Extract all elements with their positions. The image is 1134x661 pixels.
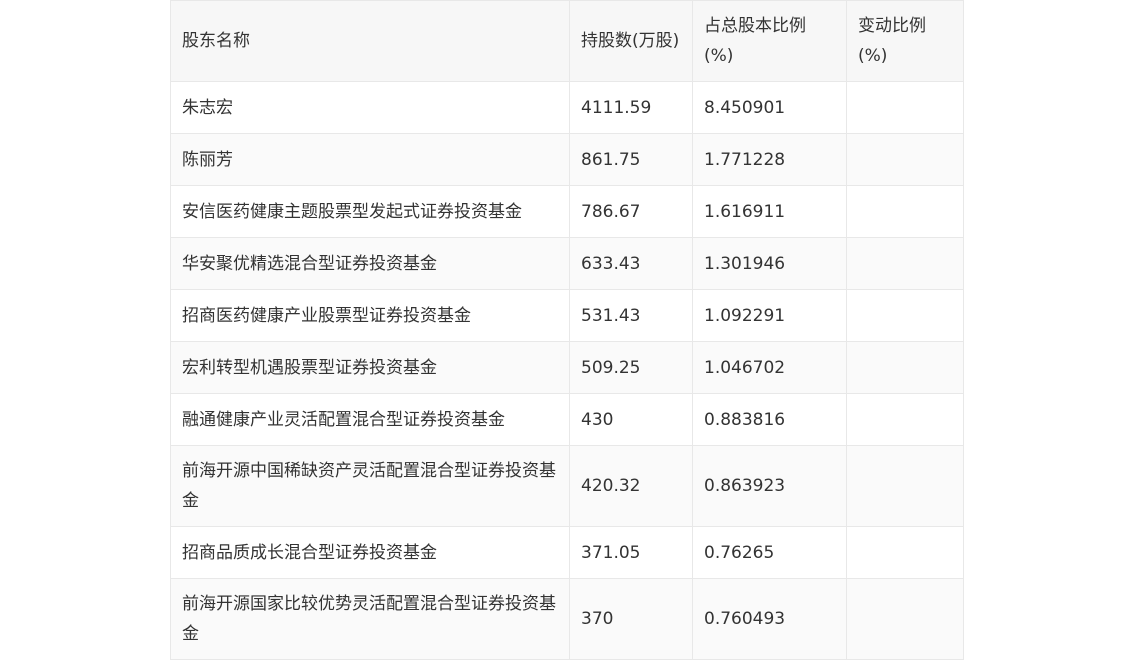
- cell-shares-held: 861.75: [569, 133, 693, 186]
- cell-shares-held: 370: [569, 578, 693, 660]
- header-change-ratio: 变动比例(%): [846, 0, 964, 82]
- header-share-ratio: 占总股本比例(%): [692, 0, 847, 82]
- table-row: 华安聚优精选混合型证券投资基金 633.43 1.301946: [170, 237, 964, 290]
- table-row: 宏利转型机遇股票型证券投资基金 509.25 1.046702: [170, 341, 964, 394]
- cell-shares-held: 509.25: [569, 341, 693, 394]
- cell-shareholder-name: 融通健康产业灵活配置混合型证券投资基金: [170, 393, 570, 446]
- cell-change-ratio: [846, 341, 964, 394]
- cell-share-ratio: 0.863923: [692, 445, 847, 527]
- header-shares-held: 持股数(万股): [569, 0, 693, 82]
- cell-share-ratio: 1.616911: [692, 185, 847, 238]
- cell-change-ratio: [846, 445, 964, 527]
- table-row: 朱志宏 4111.59 8.450901: [170, 81, 964, 134]
- cell-share-ratio: 0.760493: [692, 578, 847, 660]
- cell-shareholder-name: 宏利转型机遇股票型证券投资基金: [170, 341, 570, 394]
- shareholder-table: 股东名称 持股数(万股) 占总股本比例(%) 变动比例(%) 朱志宏 4111.…: [170, 0, 964, 660]
- table-row: 招商医药健康产业股票型证券投资基金 531.43 1.092291: [170, 289, 964, 342]
- cell-shares-held: 430: [569, 393, 693, 446]
- cell-shareholder-name: 前海开源国家比较优势灵活配置混合型证券投资基金: [170, 578, 570, 660]
- cell-shareholder-name: 安信医药健康主题股票型发起式证券投资基金: [170, 185, 570, 238]
- cell-change-ratio: [846, 81, 964, 134]
- table-header-row: 股东名称 持股数(万股) 占总股本比例(%) 变动比例(%): [170, 0, 964, 82]
- cell-shareholder-name: 华安聚优精选混合型证券投资基金: [170, 237, 570, 290]
- cell-shares-held: 371.05: [569, 526, 693, 579]
- header-shareholder-name: 股东名称: [170, 0, 570, 82]
- cell-shares-held: 531.43: [569, 289, 693, 342]
- cell-shares-held: 786.67: [569, 185, 693, 238]
- shareholder-table-container: 股东名称 持股数(万股) 占总股本比例(%) 变动比例(%) 朱志宏 4111.…: [170, 0, 964, 660]
- cell-change-ratio: [846, 289, 964, 342]
- cell-change-ratio: [846, 578, 964, 660]
- cell-share-ratio: 1.771228: [692, 133, 847, 186]
- cell-change-ratio: [846, 237, 964, 290]
- cell-share-ratio: 1.301946: [692, 237, 847, 290]
- cell-shareholder-name: 招商医药健康产业股票型证券投资基金: [170, 289, 570, 342]
- cell-shareholder-name: 前海开源中国稀缺资产灵活配置混合型证券投资基金: [170, 445, 570, 527]
- table-row: 招商品质成长混合型证券投资基金 371.05 0.76265: [170, 526, 964, 579]
- table-row: 前海开源中国稀缺资产灵活配置混合型证券投资基金 420.32 0.863923: [170, 445, 964, 527]
- table-row: 前海开源国家比较优势灵活配置混合型证券投资基金 370 0.760493: [170, 578, 964, 660]
- cell-change-ratio: [846, 526, 964, 579]
- cell-change-ratio: [846, 133, 964, 186]
- cell-change-ratio: [846, 393, 964, 446]
- cell-shares-held: 633.43: [569, 237, 693, 290]
- cell-share-ratio: 0.883816: [692, 393, 847, 446]
- cell-shares-held: 420.32: [569, 445, 693, 527]
- table-row: 融通健康产业灵活配置混合型证券投资基金 430 0.883816: [170, 393, 964, 446]
- cell-shares-held: 4111.59: [569, 81, 693, 134]
- cell-share-ratio: 0.76265: [692, 526, 847, 579]
- table-row: 安信医药健康主题股票型发起式证券投资基金 786.67 1.616911: [170, 185, 964, 238]
- cell-shareholder-name: 陈丽芳: [170, 133, 570, 186]
- table-row: 陈丽芳 861.75 1.771228: [170, 133, 964, 186]
- cell-shareholder-name: 招商品质成长混合型证券投资基金: [170, 526, 570, 579]
- cell-share-ratio: 8.450901: [692, 81, 847, 134]
- cell-change-ratio: [846, 185, 964, 238]
- cell-share-ratio: 1.046702: [692, 341, 847, 394]
- cell-shareholder-name: 朱志宏: [170, 81, 570, 134]
- cell-share-ratio: 1.092291: [692, 289, 847, 342]
